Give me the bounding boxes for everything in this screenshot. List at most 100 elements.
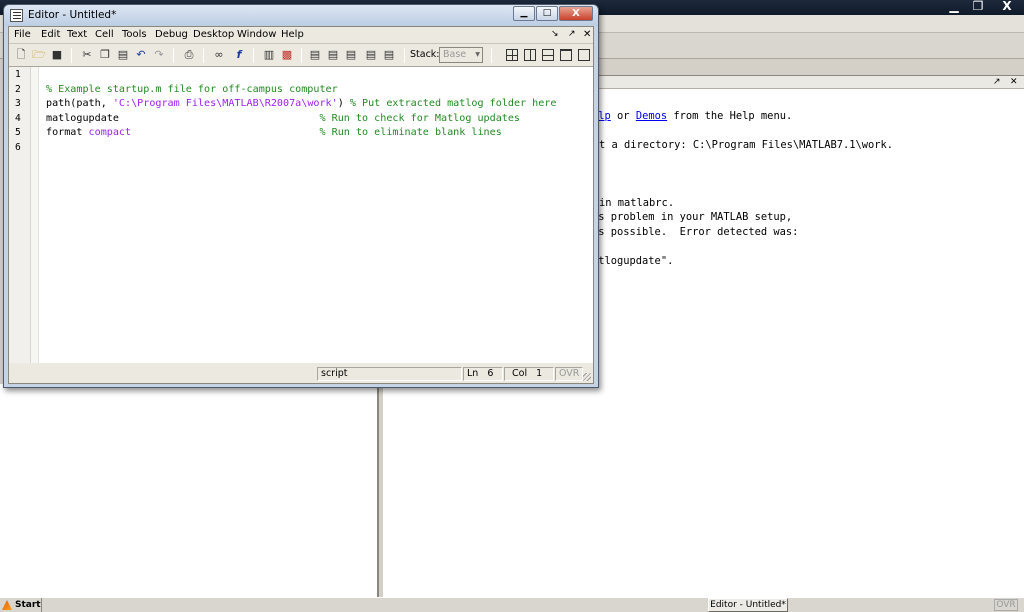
editor-window[interactable]: Editor - Untitled* ▁ □ X File Edit Text … — [3, 4, 599, 388]
stack-select[interactable]: Base — [439, 47, 483, 63]
line-number: 6 — [15, 141, 21, 153]
taskbar-ovr-indicator: OVR — [994, 599, 1018, 611]
overwrite-status: OVR — [555, 367, 583, 381]
resize-grip[interactable] — [583, 373, 591, 381]
code-keyword: compact — [88, 127, 132, 138]
code-comment: % Put extracted matlog folder here — [349, 98, 557, 109]
command-line: t a directory: C:\Program Files\MATLAB7.… — [599, 139, 894, 151]
line-number: 4 — [15, 112, 21, 124]
menu-debug[interactable]: Debug — [155, 29, 188, 40]
set-breakpoint-icon[interactable]: ▥ — [261, 47, 277, 63]
print-icon[interactable]: ⎙ — [181, 47, 197, 63]
taskbar-editor-item[interactable]: Editor - Untitled* — [708, 598, 788, 612]
exit-debug-icon[interactable]: ▤ — [381, 47, 397, 63]
editor-window-controls: ▁ □ X — [512, 6, 593, 21]
code-editor[interactable]: 1 2 3 4 5 6 % Example startup.m file for… — [9, 67, 593, 363]
command-line: us problem in your MATLAB setup, — [592, 211, 793, 223]
minimize-button[interactable]: ▁ — [513, 6, 535, 21]
menu-text[interactable]: Text — [67, 29, 87, 40]
code-fold-column — [31, 67, 39, 363]
editor-status-bar: script Ln 6 Col 1 OVR — [9, 365, 593, 383]
clear-breakpoints-icon[interactable]: ▩ — [279, 47, 295, 63]
new-file-icon[interactable]: 🗋 — [13, 47, 29, 63]
desktop-maximize-button[interactable]: ❐ — [966, 0, 990, 15]
command-line: atlogupdate". — [592, 255, 674, 267]
stack-label: Stack: — [410, 49, 440, 60]
matlab-logo-icon — [2, 600, 12, 610]
left-right-layout-icon[interactable] — [524, 49, 536, 61]
code-string: 'C:\Program Files\MATLAB\R2007a\work' — [112, 98, 338, 109]
undock-arrow-icon[interactable]: ↘ — [551, 29, 559, 39]
continue-icon[interactable]: ▤ — [363, 47, 379, 63]
line-number: 5 — [15, 127, 21, 138]
undock-icon[interactable]: ↗ — [993, 76, 1001, 89]
toolbar-separator — [203, 48, 204, 63]
save-icon[interactable]: ■ — [49, 47, 65, 63]
file-type-status: script — [317, 367, 462, 381]
toolbar-separator — [404, 48, 405, 63]
copy-icon[interactable]: ❐ — [97, 47, 113, 63]
line-number: 3 — [15, 98, 21, 109]
menu-tools[interactable]: Tools — [122, 29, 147, 40]
toolbar-separator — [253, 48, 254, 63]
column-label: Col — [512, 368, 528, 379]
undo-icon[interactable]: ↶ — [133, 47, 149, 63]
editor-body: File Edit Text Cell Tools Debug Desktop … — [8, 26, 594, 384]
open-folder-icon[interactable]: 🗁 — [31, 47, 47, 63]
editor-title-bar[interactable]: Editor - Untitled* ▁ □ X — [4, 5, 598, 26]
start-button[interactable]: Start — [0, 598, 42, 612]
code-comment: % Example startup.m file for off-campus … — [46, 83, 338, 95]
close-icon[interactable]: ✕ — [583, 29, 591, 40]
left-panel — [0, 384, 378, 597]
editor-toolbar: 🗋 🗁 ■ ✂ ❐ ▤ ↶ ↷ ⎙ ∞ f ▥ ▩ ▤ ▤ ▤ ▤ ▤ Stac… — [9, 44, 593, 67]
code-text: ) — [337, 98, 350, 109]
menu-file[interactable]: File — [14, 29, 31, 40]
line-value: 6 — [487, 368, 494, 379]
tile-layout-icon[interactable] — [506, 49, 518, 61]
menu-cell[interactable]: Cell — [95, 29, 114, 40]
step-icon[interactable]: ▤ — [307, 47, 323, 63]
line-number: 1 — [15, 69, 21, 80]
taskbar: Start Editor - Untitled* OVR — [0, 597, 1024, 612]
step-in-icon[interactable]: ▤ — [325, 47, 341, 63]
line-number-gutter: 1 2 3 4 5 6 — [9, 67, 31, 363]
command-text: from the Help menu. — [667, 110, 793, 122]
code-text: format — [46, 127, 89, 138]
command-line: in matlabrc. — [599, 197, 675, 209]
toolbar-separator — [301, 48, 302, 63]
maximize-button[interactable]: □ — [536, 6, 558, 21]
function-icon[interactable]: f — [231, 47, 247, 63]
close-icon[interactable]: ✕ — [1010, 76, 1018, 89]
dock-icon[interactable]: ↗ — [568, 29, 576, 39]
editor-title: Editor - Untitled* — [28, 9, 117, 21]
menu-window[interactable]: Window — [237, 29, 276, 40]
menu-help[interactable]: Help — [281, 29, 304, 40]
toolbar-separator — [491, 48, 492, 63]
line-label: Ln — [467, 368, 479, 379]
find-binoculars-icon[interactable]: ∞ — [211, 47, 227, 63]
code-comment: % Run to eliminate blank lines — [319, 127, 502, 138]
maximize-layout-icon[interactable] — [578, 49, 590, 61]
paste-icon[interactable]: ▤ — [115, 47, 131, 63]
desktop-window-controls: ▁ ❐ X — [942, 0, 1024, 15]
demos-link[interactable]: Demos — [636, 110, 667, 122]
top-bottom-layout-icon[interactable] — [542, 49, 554, 61]
menu-edit[interactable]: Edit — [41, 29, 60, 40]
redo-icon[interactable]: ↷ — [151, 47, 167, 63]
line-number: 2 — [15, 83, 21, 95]
toolbar-separator — [71, 48, 72, 63]
desktop-minimize-button[interactable]: ▁ — [942, 0, 966, 15]
cut-icon[interactable]: ✂ — [79, 47, 95, 63]
command-text: or — [610, 110, 636, 122]
float-layout-icon[interactable] — [560, 49, 572, 61]
editor-menu-bar: File Edit Text Cell Tools Debug Desktop … — [9, 27, 593, 44]
editor-document-icon — [10, 9, 23, 22]
column-status: Col 1 — [504, 367, 554, 381]
step-out-icon[interactable]: ▤ — [343, 47, 359, 63]
menu-desktop[interactable]: Desktop — [193, 29, 234, 40]
code-comment: % Run to check for Matlog updates — [319, 112, 521, 124]
code-text: path(path, — [46, 98, 113, 109]
close-button[interactable]: X — [559, 6, 593, 21]
desktop-close-button[interactable]: X — [990, 0, 1024, 15]
